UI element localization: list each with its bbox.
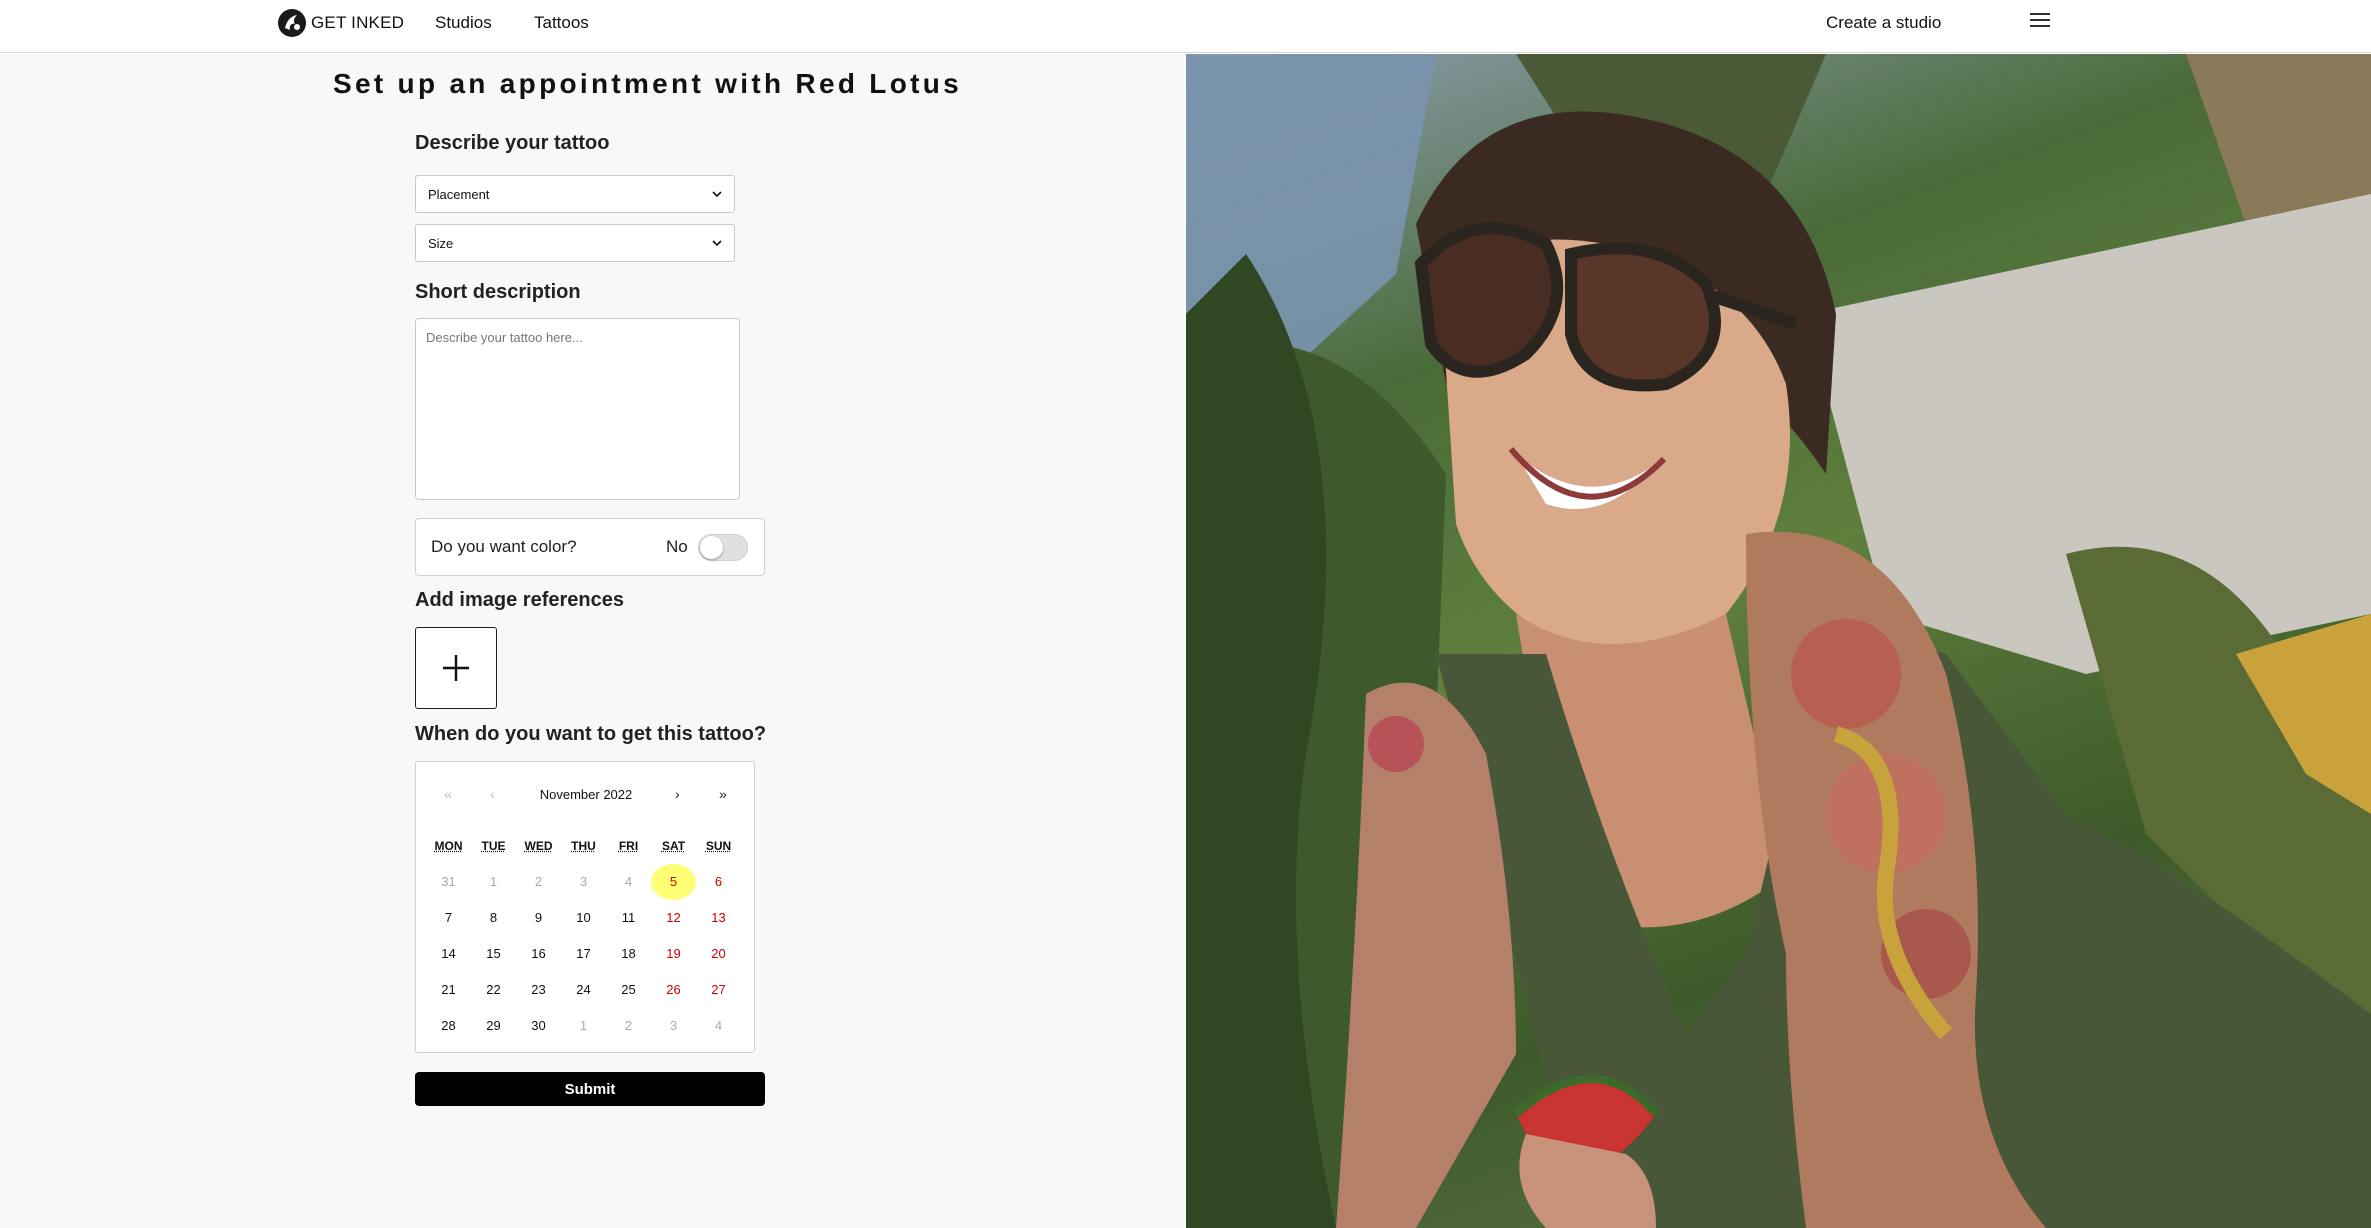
calendar-day[interactable]: 17: [561, 936, 606, 972]
top-navigation-bar: GET INKED Studios Tattoos Create a studi…: [0, 0, 2371, 53]
page-title: Set up an appointment with Red Lotus: [333, 68, 963, 99]
when-heading: When do you want to get this tattoo?: [415, 723, 767, 745]
calendar-day[interactable]: 1: [471, 864, 516, 900]
image-references-heading: Add image references: [415, 589, 624, 611]
hamburger-menu-icon[interactable]: [2030, 13, 2050, 29]
color-question-label: Do you want color?: [431, 537, 577, 556]
logo-link[interactable]: GET INKED: [277, 8, 404, 38]
calendar-day[interactable]: 7: [426, 900, 471, 936]
calendar-day[interactable]: 12: [651, 900, 696, 936]
chevron-down-icon: [712, 240, 722, 247]
logo-icon: [278, 9, 306, 37]
color-toggle-state: No: [666, 537, 688, 556]
placement-select-value: Placement: [428, 186, 490, 202]
calendar-day[interactable]: 2: [516, 864, 561, 900]
calendar-day[interactable]: 30: [516, 1008, 561, 1044]
logo-text: GET INKED: [311, 13, 405, 32]
calendar-day[interactable]: 16: [516, 936, 561, 972]
weekday-header-sun: SUN: [705, 839, 732, 853]
toggle-knob: [700, 536, 723, 559]
calendar-day[interactable]: 4: [606, 864, 651, 900]
calendar-day[interactable]: 14: [426, 936, 471, 972]
calendar-day[interactable]: 21: [426, 972, 471, 1008]
chevron-down-icon: [712, 191, 722, 198]
calendar-day[interactable]: 2: [606, 1008, 651, 1044]
calendar-day[interactable]: 18: [606, 936, 651, 972]
weekday-header-mon: MON: [434, 839, 463, 853]
nav-link-studios[interactable]: Studios: [435, 13, 492, 33]
color-toggle-switch[interactable]: [698, 534, 748, 561]
placement-select[interactable]: Placement: [415, 175, 735, 213]
weekday-header-sat: SAT: [661, 839, 686, 853]
next-year-button[interactable]: »: [719, 786, 727, 802]
calendar-month-label[interactable]: November 2022: [416, 787, 756, 802]
weekday-header-tue: TUE: [481, 839, 506, 853]
calendar-day[interactable]: 3: [651, 1008, 696, 1044]
size-select-value: Size: [428, 235, 454, 251]
calendar-day[interactable]: 9: [516, 900, 561, 936]
calendar-day[interactable]: 29: [471, 1008, 516, 1044]
calendar-day[interactable]: 6: [696, 864, 741, 900]
describe-tattoo-heading: Describe your tattoo: [415, 132, 610, 154]
calendar-day[interactable]: 31: [426, 864, 471, 900]
calendar-day[interactable]: 24: [561, 972, 606, 1008]
calendar-day[interactable]: 22: [471, 972, 516, 1008]
hero-photo: [1186, 54, 2371, 1228]
calendar-day[interactable]: 26: [651, 972, 696, 1008]
calendar-day[interactable]: 4: [696, 1008, 741, 1044]
calendar-day[interactable]: 27: [696, 972, 741, 1008]
calendar-day[interactable]: 10: [561, 900, 606, 936]
next-month-button[interactable]: ›: [675, 786, 680, 802]
weekday-header-wed: WED: [524, 839, 553, 853]
calendar-day[interactable]: 3: [561, 864, 606, 900]
weekday-header-thu: THU: [571, 839, 596, 853]
calendar-day[interactable]: 23: [516, 972, 561, 1008]
calendar-day[interactable]: 25: [606, 972, 651, 1008]
calendar-day[interactable]: 28: [426, 1008, 471, 1044]
calendar-day[interactable]: 11: [606, 900, 651, 936]
calendar-day[interactable]: 19: [651, 936, 696, 972]
calendar-day[interactable]: 5: [651, 864, 696, 900]
add-image-reference-button[interactable]: [415, 627, 497, 709]
short-description-heading: Short description: [415, 281, 581, 303]
weekday-header-fri: FRI: [618, 839, 639, 853]
calendar-day[interactable]: 13: [696, 900, 741, 936]
nav-link-tattoos[interactable]: Tattoos: [534, 13, 589, 33]
color-preference-card: Do you want color? No: [415, 518, 765, 576]
calendar-day[interactable]: 20: [696, 936, 741, 972]
short-description-textarea[interactable]: Describe your tattoo here...: [415, 318, 740, 500]
tattooed-woman-photo: [1186, 54, 2371, 1228]
calendar-day[interactable]: 15: [471, 936, 516, 972]
calendar-day[interactable]: 8: [471, 900, 516, 936]
date-picker-calendar: « ‹ November 2022 › » MON TUE WED THU FRI SAT…: [415, 761, 755, 1053]
size-select[interactable]: Size: [415, 224, 735, 262]
appointment-form-pane: Set up an appointment with Red Lotus Des…: [0, 54, 1185, 1228]
calendar-day[interactable]: 1: [561, 1008, 606, 1044]
plus-icon: [443, 655, 469, 681]
create-studio-link[interactable]: Create a studio: [1826, 13, 1941, 33]
submit-button[interactable]: Submit: [415, 1072, 765, 1106]
